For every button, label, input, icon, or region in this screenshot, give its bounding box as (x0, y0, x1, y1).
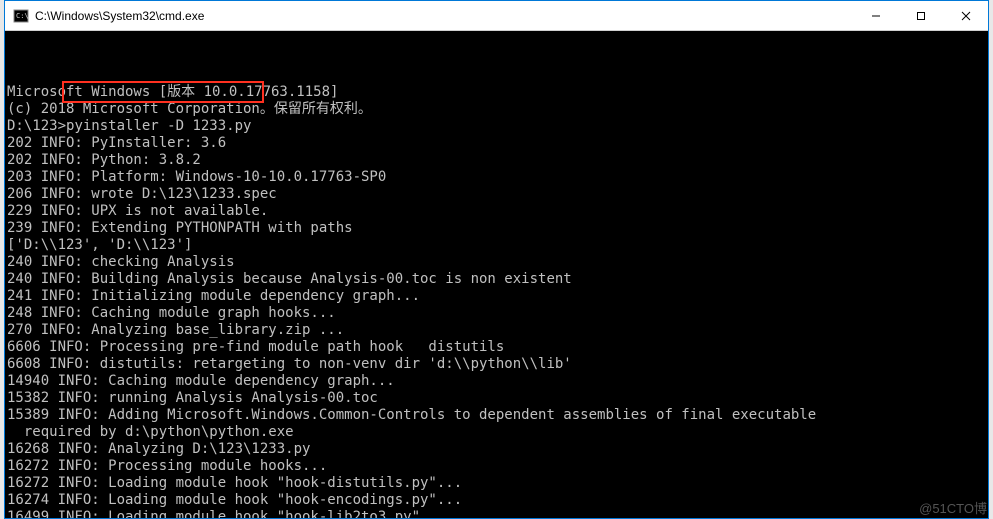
minimize-button[interactable] (853, 1, 898, 30)
console-line: 241 INFO: Initializing module dependency… (5, 288, 988, 305)
console-line: 203 INFO: Platform: Windows-10-10.0.1776… (5, 169, 988, 186)
console-line: 15389 INFO: Adding Microsoft.Windows.Com… (5, 407, 988, 424)
console-line: required by d:\python\python.exe (5, 424, 988, 441)
prompt-prefix: D:\123> (7, 118, 66, 135)
console-line: 202 INFO: PyInstaller: 3.6 (5, 135, 988, 152)
close-button[interactable] (943, 1, 988, 30)
console-line: 16268 INFO: Analyzing D:\123\1233.py (5, 441, 988, 458)
console-output[interactable]: Microsoft Windows [版本 10.0.17763.1158](c… (5, 31, 988, 518)
console-line: 6606 INFO: Processing pre-find module pa… (5, 339, 988, 356)
console-line: 6608 INFO: distutils: retargeting to non… (5, 356, 988, 373)
console-line: 206 INFO: wrote D:\123\1233.spec (5, 186, 988, 203)
console-line: 239 INFO: Extending PYTHONPATH with path… (5, 220, 988, 237)
console-line: (c) 2018 Microsoft Corporation。保留所有权利。 (5, 101, 988, 118)
console-line: ['D:\\123', 'D:\\123'] (5, 237, 988, 254)
watermark: @51CTO博 (919, 498, 987, 517)
console-line: 15382 INFO: running Analysis Analysis-00… (5, 390, 988, 407)
window-title: C:\Windows\System32\cmd.exe (35, 9, 853, 23)
console-line: 14940 INFO: Caching module dependency gr… (5, 373, 988, 390)
cmd-icon: C:\ (13, 8, 29, 24)
prompt-line[interactable]: D:\123>pyinstaller -D 1233.py (5, 118, 988, 135)
prompt-command: pyinstaller -D 1233.py (66, 118, 251, 135)
window-controls (853, 1, 988, 30)
titlebar[interactable]: C:\ C:\Windows\System32\cmd.exe (5, 1, 988, 31)
console-line: 16499 INFO: Loading module hook "hook-li… (5, 509, 988, 518)
console-line: 16272 INFO: Processing module hooks... (5, 458, 988, 475)
console-line: 240 INFO: checking Analysis (5, 254, 988, 271)
console-line: 240 INFO: Building Analysis because Anal… (5, 271, 988, 288)
console-line: 16274 INFO: Loading module hook "hook-en… (5, 492, 988, 509)
console-line: 202 INFO: Python: 3.8.2 (5, 152, 988, 169)
console-line: 270 INFO: Analyzing base_library.zip ... (5, 322, 988, 339)
console-line: 248 INFO: Caching module graph hooks... (5, 305, 988, 322)
console-line: 16272 INFO: Loading module hook "hook-di… (5, 475, 988, 492)
console-line: 229 INFO: UPX is not available. (5, 203, 988, 220)
maximize-button[interactable] (898, 1, 943, 30)
svg-text:C:\: C:\ (16, 12, 29, 20)
cmd-window: C:\ C:\Windows\System32\cmd.exe Microsof… (4, 0, 989, 519)
console-line: Microsoft Windows [版本 10.0.17763.1158] (5, 84, 988, 101)
